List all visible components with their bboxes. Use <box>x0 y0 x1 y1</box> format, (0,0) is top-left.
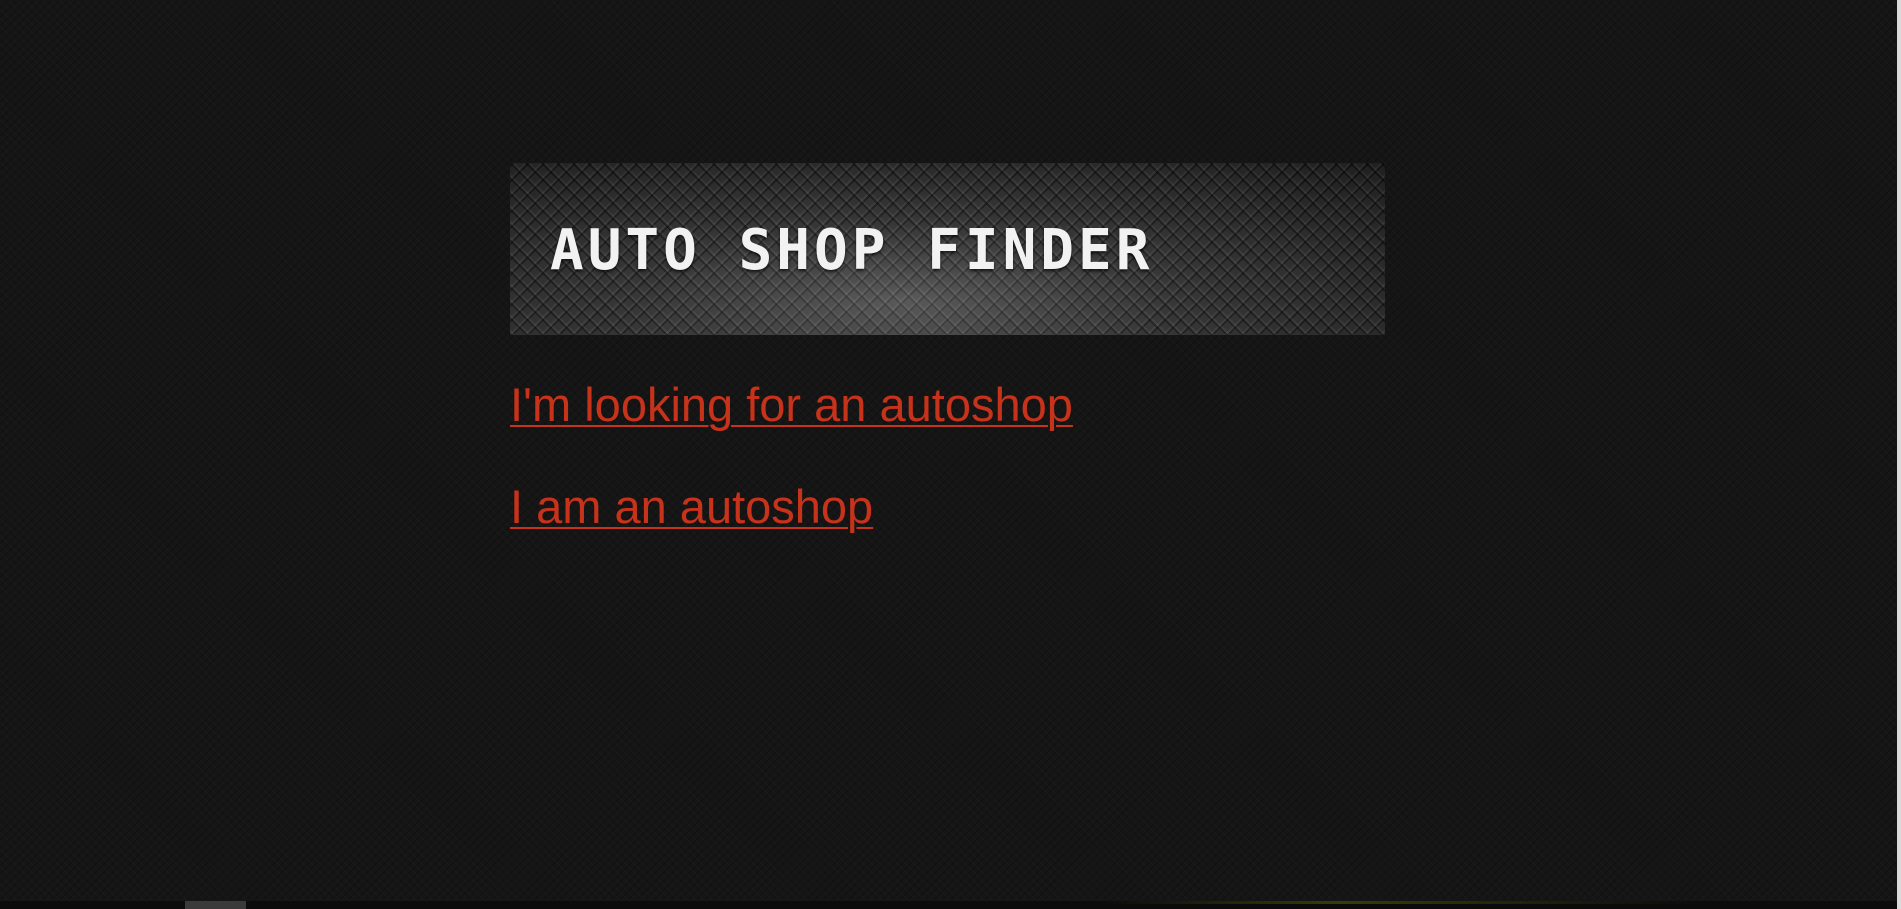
site-banner-logo: Auto Shop Finder <box>510 163 1385 335</box>
looking-for-autoshop-link[interactable]: I'm looking for an autoshop <box>510 377 1073 433</box>
bottom-edge-glow <box>1100 901 1700 904</box>
window-right-edge <box>1897 0 1901 909</box>
horizontal-scrollbar[interactable] <box>0 901 1897 909</box>
scrollbar-thumb[interactable] <box>185 901 246 909</box>
i-am-an-autoshop-link[interactable]: I am an autoshop <box>510 479 873 535</box>
site-title: Auto Shop Finder <box>550 218 1154 283</box>
role-choice-links: I'm looking for an autoshop I am an auto… <box>510 377 1387 535</box>
main-content: Auto Shop Finder I'm looking for an auto… <box>510 163 1387 535</box>
